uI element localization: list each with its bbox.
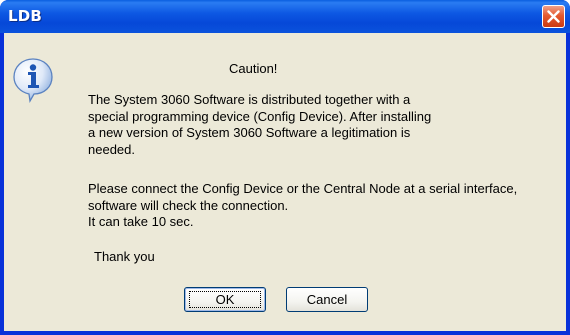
dialog-window: LDB Caution! The System 3060 Software is…	[0, 0, 570, 335]
close-button[interactable]	[542, 5, 565, 28]
message-paragraph-2: Please connect the Config Device or the …	[88, 181, 518, 229]
caption-heading: Caution!	[229, 61, 278, 76]
message-paragraph-1: The System 3060 Software is distributed …	[88, 92, 432, 157]
thanks-text: Thank you	[94, 249, 155, 264]
close-icon	[547, 10, 560, 23]
cancel-button-label: Cancel	[306, 292, 348, 307]
window-title: LDB	[8, 7, 43, 25]
info-icon	[13, 58, 53, 103]
focus-rectangle	[189, 291, 261, 308]
cancel-button[interactable]: Cancel	[286, 287, 368, 312]
dialog-body: Caution! The System 3060 Software is dis…	[4, 33, 566, 331]
ok-button[interactable]: OK	[184, 287, 266, 312]
title-bar[interactable]: LDB	[0, 0, 570, 33]
